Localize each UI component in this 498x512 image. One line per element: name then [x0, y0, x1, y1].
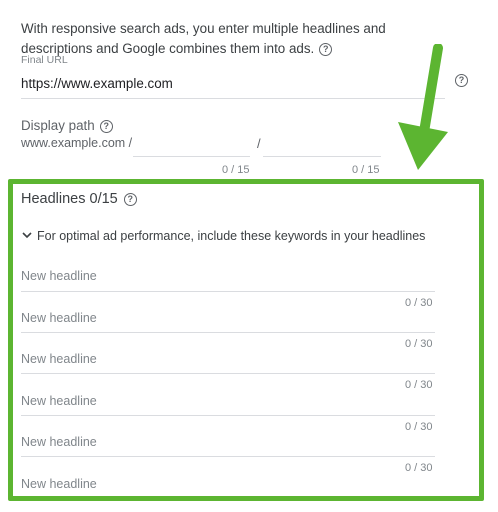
- headline-underline-4: [21, 415, 435, 416]
- chevron-down-icon[interactable]: [21, 229, 33, 241]
- final-url-help-icon[interactable]: ?: [455, 74, 468, 87]
- keywords-hint[interactable]: For optimal ad performance, include thes…: [21, 229, 425, 243]
- headline-input-1[interactable]: New headline: [21, 269, 97, 283]
- headline-counter-4: 0 / 30: [405, 421, 433, 433]
- final-url-underline: [21, 98, 445, 99]
- headline-underline-1: [21, 291, 435, 292]
- headlines-title: Headlines 0/15?: [21, 191, 137, 207]
- arrow-annotation: [398, 44, 448, 170]
- headlines-title-text: Headlines 0/15: [21, 191, 118, 207]
- display-path-help-icon[interactable]: ?: [99, 119, 113, 133]
- keywords-hint-text: For optimal ad performance, include thes…: [37, 229, 426, 243]
- headline-underline-3: [21, 373, 435, 374]
- headline-counter-3: 0 / 30: [405, 379, 433, 391]
- intro-text: With responsive search ads, you enter mu…: [21, 19, 451, 59]
- path-separator: /: [257, 136, 261, 151]
- headline-counter-2: 0 / 30: [405, 338, 433, 350]
- path2-counter: 0 / 15: [352, 164, 380, 176]
- headline-underline-2: [21, 332, 435, 333]
- headline-counter-1: 0 / 30: [405, 297, 433, 309]
- path1-input[interactable]: [133, 156, 250, 157]
- final-url-label: Final URL: [21, 54, 68, 66]
- headline-input-4[interactable]: New headline: [21, 394, 97, 408]
- headline-input-2[interactable]: New headline: [21, 311, 97, 325]
- display-path-domain: www.example.com /: [21, 136, 133, 150]
- display-path-label: Display path?: [21, 118, 113, 133]
- headline-input-5[interactable]: New headline: [21, 435, 97, 449]
- headline-counter-5: 0 / 30: [405, 462, 433, 474]
- final-url-input[interactable]: https://www.example.com: [21, 76, 173, 91]
- headline-input-3[interactable]: New headline: [21, 352, 97, 366]
- headlines-help-icon[interactable]: ?: [123, 192, 137, 206]
- display-path-label-text: Display path: [21, 118, 95, 133]
- path2-input[interactable]: [263, 156, 381, 157]
- help-icon[interactable]: ?: [319, 42, 333, 56]
- headline-input-6[interactable]: New headline: [21, 477, 97, 491]
- path1-counter: 0 / 15: [222, 164, 250, 176]
- headline-underline-5: [21, 456, 435, 457]
